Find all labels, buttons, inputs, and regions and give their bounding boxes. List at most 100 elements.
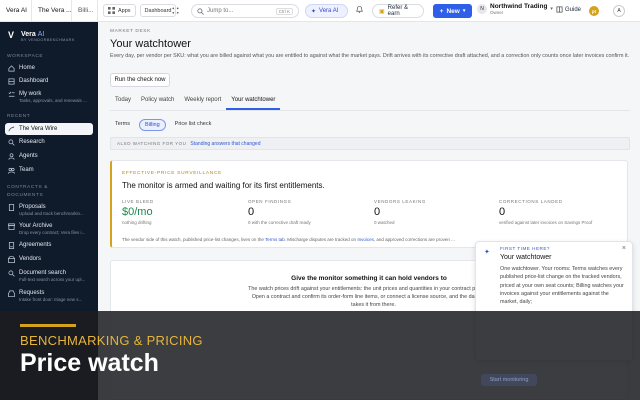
section-workspace: WORKSPACE (7, 54, 44, 59)
brand-name: Vera (21, 31, 36, 38)
sidebar-item-team[interactable]: Team (5, 166, 93, 175)
vendors-icon (8, 256, 15, 263)
tab-policy-watch[interactable]: Policy watch (136, 92, 179, 110)
top-bar: Vera AI The Vera ... Billi... Apps Dashb… (0, 0, 640, 22)
dashboard-button[interactable]: Dashboard (139, 4, 177, 17)
sparkle-icon: ✦ (484, 249, 490, 256)
search-placeholder: Jump to... (207, 8, 234, 14)
banner-title: Price watch (20, 349, 159, 377)
apps-button[interactable]: Apps (103, 4, 136, 17)
points-coin[interactable]: pt (589, 6, 599, 16)
user-avatar[interactable]: A (613, 5, 625, 17)
tabs-divider (110, 110, 630, 111)
card-heading: The monitor is armed and waiting for its… (122, 181, 325, 190)
page-eyebrow: MARKET DESK (110, 29, 151, 34)
card-note: The vendor side of this watch, published… (122, 237, 455, 242)
plus-icon: + (439, 7, 444, 15)
document-icon (8, 204, 15, 211)
surveillance-card: EFFECTIVE-PRICE SURVEILLANCE The monitor… (110, 160, 628, 248)
subtab-price-list-check[interactable]: Price list check (170, 119, 217, 131)
agents-icon (8, 153, 15, 160)
sidebar-item-research[interactable]: Research (5, 138, 93, 147)
agreement-icon (8, 242, 15, 249)
also-watching-bar: ALSO WATCHING FOR YOU Standing answers t… (110, 137, 630, 150)
subtab-terms[interactable]: Terms (110, 119, 135, 131)
popover-body: One watchtower. Your rooms: Terms watche… (500, 266, 624, 306)
page-title: Your watchtower (110, 38, 191, 50)
standing-answers-link[interactable]: Standing answers that changed (190, 141, 260, 147)
org-name: Northwind Trading (490, 3, 548, 10)
brand-byline: BY VENDORBENCHMARK (21, 38, 75, 42)
invoices-link[interactable]: Invoices (357, 237, 374, 242)
guide-button[interactable]: Guide (556, 6, 581, 13)
new-button[interactable]: + New ▾ (433, 4, 472, 18)
popover-title: Your watchtower (500, 254, 552, 261)
refer-earn-button[interactable]: ▣ Refer & earn (372, 4, 424, 18)
subtab-billing[interactable]: Billing (138, 119, 166, 131)
menu-grid-icon[interactable] (172, 7, 179, 14)
chevron-down-icon: ▾ (462, 8, 466, 14)
chevron-down-icon: ▾ (550, 6, 553, 12)
tab-bar: Today Policy watch Weekly report Your wa… (110, 92, 281, 110)
gift-icon: ▣ (379, 8, 385, 15)
brand: V Vera AI BY VENDORBENCHMARK (8, 30, 75, 43)
close-icon[interactable]: × (622, 245, 626, 252)
title-banner: BENCHMARKING & PRICING Price watch (0, 311, 640, 400)
checklist-icon (8, 91, 15, 97)
bell-icon[interactable] (356, 6, 363, 13)
browser-tab-vera[interactable]: Vera AI (0, 0, 32, 22)
sidebar-item-archive[interactable]: Your Archive Drop every contract; Vera fi… (5, 222, 93, 236)
org-role: Owner (490, 10, 504, 15)
tab-today[interactable]: Today (110, 92, 136, 110)
sidebar-item-agents[interactable]: Agents (5, 152, 93, 161)
section-recent: RECENT (7, 114, 31, 119)
page-description: Every day, per vendor per SKU: what you … (110, 53, 630, 59)
dashboard-icon (8, 78, 15, 85)
search-input[interactable]: Jump to... Ctrl K (191, 4, 299, 18)
team-icon (8, 167, 15, 174)
research-icon (8, 139, 15, 146)
section-contracts: CONTRACTS & DOCUMENTS (7, 185, 48, 198)
start-monitoring-button[interactable]: Start monitoring (481, 374, 537, 386)
vera-ai-button[interactable]: ✦ Vera AI (305, 4, 348, 18)
tab-your-watchtower[interactable]: Your watchtower (226, 92, 281, 110)
sidebar-item-my-work[interactable]: My work Tasks, approvals, and renewals ..… (5, 90, 93, 104)
stat-live-bleed: LIVE BLEED $0/mo nothing drifting (122, 199, 154, 225)
browser-tab-billing[interactable]: Billi... (72, 0, 98, 22)
sparkle-icon: ✦ (311, 8, 317, 15)
search-icon (197, 7, 204, 15)
terms-tab-link[interactable]: Terms tab (265, 237, 285, 242)
sidebar-item-vendors[interactable]: Vendors (5, 255, 93, 264)
sub-tab-bar: Terms Billing Price list check (110, 119, 216, 131)
stat-open-findings: OPEN FINDINGS 0 0 with the corrective dr… (248, 199, 311, 225)
document-search-icon (8, 270, 15, 277)
inbox-icon (8, 290, 15, 297)
also-watching-label: ALSO WATCHING FOR YOU (117, 141, 187, 146)
empty-state-body: The watch prices drift against your enti… (248, 286, 499, 308)
org-avatar: N (477, 4, 487, 14)
sidebar-item-agreements[interactable]: Agreements (5, 241, 93, 250)
sidebar-item-dashboard[interactable]: Dashboard (5, 77, 93, 86)
book-icon (556, 6, 563, 13)
wire-icon (8, 126, 15, 131)
card-eyebrow: EFFECTIVE-PRICE SURVEILLANCE (122, 171, 223, 176)
tab-weekly-report[interactable]: Weekly report (179, 92, 226, 110)
run-check-button[interactable]: Run the check now (110, 73, 170, 87)
brand-suffix: AI (37, 31, 45, 38)
banner-accent-bar (20, 324, 76, 327)
sidebar-item-document-search[interactable]: Document search Full-text search across y… (5, 269, 93, 283)
sidebar-item-proposals[interactable]: Proposals Upload and track benchmarkin... (5, 203, 93, 217)
popover-eyebrow: FIRST TIME HERE? (500, 246, 550, 251)
browser-tab-wire[interactable]: The Vera ... (32, 0, 72, 22)
search-shortcut: Ctrl K (275, 7, 293, 15)
sidebar-item-requests[interactable]: Requests Intake front door: triage new s.… (5, 289, 93, 303)
sidebar-item-home[interactable]: Home (5, 64, 93, 73)
stat-corrections-landed: CORRECTIONS LANDED 0 verified against la… (499, 199, 593, 225)
org-switcher[interactable]: N Northwind Trading Owner ▾ (477, 3, 553, 15)
home-icon (8, 65, 15, 72)
stat-vendors-leaking: VENDORS LEAKING 0 0 watched (374, 199, 427, 225)
vera-logo-icon: V (8, 30, 15, 40)
sidebar-item-vera-wire[interactable]: The Vera Wire (5, 123, 93, 135)
grid-icon (108, 7, 115, 14)
archive-icon (8, 223, 15, 230)
